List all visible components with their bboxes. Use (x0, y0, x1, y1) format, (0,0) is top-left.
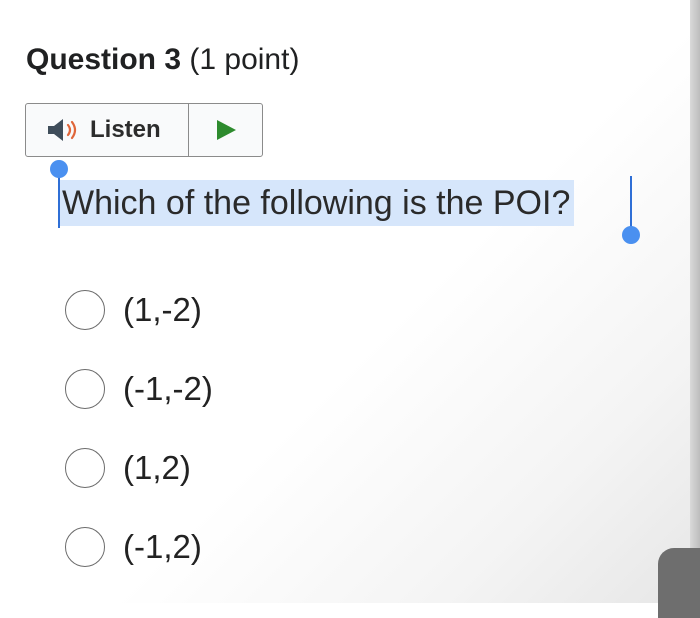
play-button[interactable] (189, 104, 262, 156)
option-label: (1,2) (123, 449, 191, 486)
option-label: (-1,-2) (123, 370, 213, 407)
listen-button[interactable]: Listen (26, 104, 189, 156)
question-header: Question 3 (1 point) (26, 40, 299, 80)
listen-label: Listen (90, 116, 161, 143)
option-3[interactable]: (1,2) (65, 446, 213, 490)
screen-edge (690, 0, 700, 603)
radio-button[interactable] (65, 290, 105, 330)
listen-widget: Listen (25, 103, 263, 157)
corner-overlay (658, 548, 700, 618)
play-icon (215, 119, 237, 141)
option-2[interactable]: (-1,-2) (65, 367, 213, 411)
selection-end-bar (630, 176, 632, 228)
option-label: (-1,2) (123, 528, 202, 565)
selection-end-handle[interactable] (622, 226, 640, 244)
radio-button[interactable] (65, 527, 105, 567)
question-text: Which of the following is the POI? (58, 180, 575, 226)
option-4[interactable]: (-1,2) (65, 525, 213, 569)
option-1[interactable]: (1,-2) (65, 288, 213, 332)
speaker-icon (46, 117, 86, 143)
option-label: (1,-2) (123, 291, 202, 328)
selection-start-handle[interactable] (50, 160, 68, 178)
radio-button[interactable] (65, 369, 105, 409)
selection-start-bar (58, 176, 60, 228)
question-title: Question 3 (26, 43, 182, 76)
answer-options: (1,-2) (-1,-2) (1,2) (-1,2) (65, 288, 213, 604)
question-points: (1 point) (189, 43, 300, 76)
radio-button[interactable] (65, 448, 105, 488)
